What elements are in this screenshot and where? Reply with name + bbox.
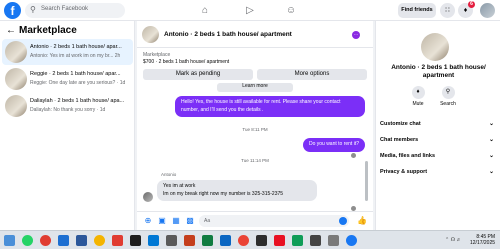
home-icon[interactable]: ⌂ [198,4,212,17]
chat-title[interactable]: Antonio · 2 beds 1 bath house/ apartment [164,31,292,38]
top-navigation-bar: f ⚲ Search Facebook ⌂ ▷ ☺ Find friends ∷… [0,0,500,21]
facebook-logo-icon[interactable]: f [4,2,21,19]
chevron-down-icon: ⌄ [488,153,494,159]
chevron-down-icon: ⌄ [488,121,494,127]
conversation-title: Daliaylah · 2 beds 1 bath house/ apa... [30,98,125,104]
incoming-message-line: Im on my break right now my number is 32… [163,190,284,197]
search-in-chat-button[interactable]: ⚲ Search [433,86,463,107]
conversation-snippet: Daliaylah: No thank you sorry · 1d [30,107,106,113]
listing-thumbnail [142,26,159,43]
listing-thumbnail [5,68,27,90]
chat-members-row[interactable]: Chat members ⌄ [380,133,498,147]
media-files-links-row[interactable]: Media, files and links ⌄ [380,149,498,163]
app-icon[interactable] [274,235,285,246]
app-icon[interactable] [256,235,267,246]
word-icon[interactable] [76,235,87,246]
app-icon[interactable] [58,235,69,246]
page-title: ← Marketplace [6,25,77,36]
system-tray-icons[interactable]: ⌃ ☊ ♬ [445,237,461,243]
conversation-item[interactable]: Antonio · 2 beds 1 bath house/ apar... A… [2,39,133,65]
marketplace-conversation-list: ← Marketplace Antonio · 2 beds 1 bath hou… [0,21,135,230]
notification-badge: 6 [468,1,475,8]
bell-icon: ♦ [411,86,425,99]
search-label: Search [440,101,456,107]
app-icon[interactable] [112,235,123,246]
listing-thumbnail [5,41,27,63]
customize-chat-row[interactable]: Customize chat ⌄ [380,117,498,131]
plus-circle-icon[interactable]: ⊕ [143,216,153,226]
app-icon[interactable] [310,235,321,246]
file-explorer-icon[interactable] [166,235,177,246]
message-thread: Hello! Yes, the house is still available… [137,96,373,211]
privacy-support-row[interactable]: Privacy & support ⌄ [380,165,498,179]
back-arrow-icon[interactable]: ← [6,25,16,36]
conversation-title: Antonio · 2 beds 1 bath house/ apar... [30,44,122,50]
outgoing-message: Hello! Yes, the house is still available… [175,96,365,117]
chevron-down-icon: ⌄ [488,137,494,143]
chrome-icon[interactable] [94,235,105,246]
search-icon: ⚲ [441,86,455,99]
search-icon: ⚲ [30,5,36,14]
app-icon[interactable] [238,235,249,246]
conversation-snippet: Antonio: Yes im at work im on my br... 2… [30,53,121,59]
app-icon[interactable] [292,235,303,246]
groups-icon[interactable]: ☺ [284,4,298,17]
app-icon[interactable] [328,235,339,246]
app-icon[interactable] [130,235,141,246]
more-options-button[interactable]: More options [257,69,367,80]
incoming-message-line: Yes im at work [163,183,196,189]
excel-icon[interactable] [202,235,213,246]
chat-info-icon[interactable]: ⋯ [352,31,360,39]
chat-details-panel: Antonio · 2 beds 1 bath house/ apartment… [375,21,500,230]
sender-avatar [143,192,153,202]
video-icon[interactable]: ▷ [243,4,257,17]
edge-icon[interactable] [148,235,159,246]
listing-price-title: $700 · 2 beds 1 bath house/ apartment [143,59,230,65]
listing-label: Marketplace [143,52,171,58]
mute-button[interactable]: ♦ Mute [403,86,433,107]
chat-header: Antonio · 2 beds 1 bath house/ apartment… [137,21,373,48]
details-title: Antonio · 2 beds 1 bath house/ apartment [391,64,486,79]
message-input[interactable]: Aa [199,215,349,227]
listing-thumbnail [421,33,449,61]
conversation-item[interactable]: Reggie · 2 beds 1 bath house/ apar... Re… [2,66,133,92]
outgoing-message: Do you want to rent it? [302,138,365,152]
windows-taskbar: ⌃ ☊ ♬ 8:45 PM 12/17/2025 [0,230,500,249]
menu-grid-icon[interactable]: ∷ [440,3,455,18]
sender-name: Antonio [161,172,177,177]
timestamp: Tue 8:11 PM [242,127,268,132]
learn-more-button[interactable]: Learn more [217,83,293,92]
app-icon[interactable] [40,235,51,246]
listing-thumbnail [5,95,27,117]
timestamp: Tue 11:14 PM [241,158,269,163]
conversation-snippet: Reggie: One day late are you serious? · … [30,80,126,86]
chat-window: Antonio · 2 beds 1 bath house/ apartment… [137,21,373,230]
gif-icon[interactable]: ▩ [185,216,195,226]
chevron-down-icon: ⌄ [488,169,494,175]
conversation-title: Reggie · 2 beds 1 bath house/ apar... [30,71,121,77]
powerpoint-icon[interactable] [184,235,195,246]
message-composer: ⊕ ▣ ▦ ▩ Aa 👍 [137,211,373,230]
taskbar-clock[interactable]: 8:45 PM 12/17/2025 [470,234,495,246]
clock-date: 12/17/2025 [470,240,496,246]
search-placeholder: Search Facebook [41,6,89,12]
incoming-message: Yes im at work Im on my break right now … [157,180,317,201]
emoji-icon[interactable] [339,217,347,225]
profile-avatar[interactable] [480,3,495,18]
conversation-item[interactable]: Daliaylah · 2 beds 1 bath house/ apa... … [2,93,133,119]
like-thumbs-up-icon[interactable]: 👍 [357,216,367,226]
photo-icon[interactable]: ▣ [157,216,167,226]
find-friends-button[interactable]: Find friends [398,3,436,18]
app-icon[interactable] [346,235,357,246]
search-input[interactable]: ⚲ Search Facebook [25,3,125,18]
sticker-icon[interactable]: ▦ [171,216,181,226]
mark-as-pending-button[interactable]: Mark as pending [143,69,253,80]
scrollbar[interactable] [365,161,368,201]
mute-label: Mute [412,101,424,107]
app-icon[interactable] [220,235,231,246]
whatsapp-icon[interactable] [22,235,33,246]
windows-start-icon[interactable] [4,235,15,246]
listing-card: Marketplace $700 · 2 beds 1 bath house/ … [137,49,373,101]
